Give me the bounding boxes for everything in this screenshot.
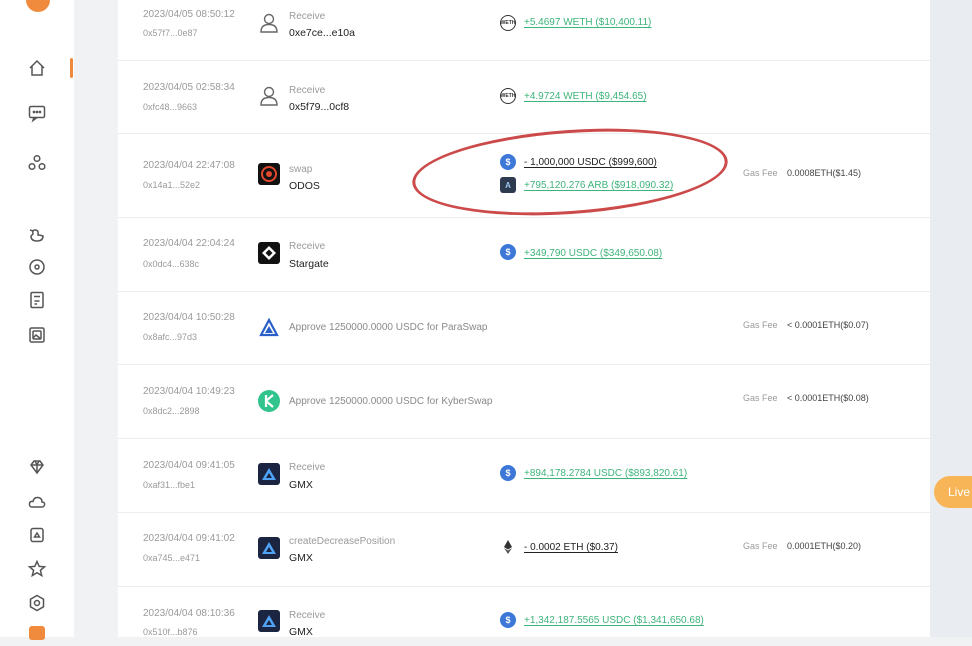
gmx-logo-icon — [258, 610, 280, 632]
tx-hash[interactable]: 0xa745...e471 — [143, 553, 200, 563]
timestamp: 2023/04/04 09:41:05 — [143, 460, 235, 471]
gas-fee-label: Gas Fee — [743, 168, 778, 178]
counterparty[interactable]: 0x5f79...0cf8 — [289, 101, 349, 113]
gas-fee-value: 0.0008ETH($1.45) — [787, 168, 862, 178]
settings-icon[interactable] — [24, 590, 50, 616]
gas-fee-value: < 0.0001ETH($0.07) — [787, 320, 869, 330]
table-row[interactable]: 2023/04/04 22:04:24 0x0dc4...638c Receiv… — [118, 217, 930, 292]
right-margin — [930, 0, 972, 637]
gas-fee-value: < 0.0001ETH($0.08) — [787, 393, 869, 403]
tx-hash[interactable]: 0xfc48...9663 — [143, 102, 197, 112]
live-button[interactable]: Live — [934, 476, 972, 508]
approve-text: Approve 1250000.0000 USDC for ParaSwap — [289, 322, 488, 333]
table-row[interactable]: 2023/04/04 10:49:23 0x8dc2...2898 Approv… — [118, 364, 930, 439]
table-row[interactable]: 2023/04/04 09:41:05 0xaf31...fbe1 Receiv… — [118, 438, 930, 513]
duck-icon[interactable] — [24, 221, 50, 247]
tx-hash[interactable]: 0x14a1...52e2 — [143, 180, 200, 190]
transaction-list: 2023/04/05 08:50:12 0x57f7...0e87 Receiv… — [118, 0, 930, 638]
gas-fee-label: Gas Fee — [743, 393, 778, 403]
home-icon[interactable] — [24, 55, 50, 81]
gmx-logo-icon — [258, 463, 280, 485]
counterparty[interactable]: 0xe7ce...e10a — [289, 27, 355, 39]
counterparty[interactable]: GMX — [289, 552, 313, 564]
paraswap-logo-icon — [258, 317, 280, 339]
tx-type: swap — [289, 164, 313, 175]
counterparty[interactable]: GMX — [289, 626, 313, 638]
timestamp: 2023/04/04 09:41:02 — [143, 533, 235, 544]
table-row[interactable]: 2023/04/05 08:50:12 0x57f7...0e87 Receiv… — [118, 0, 930, 61]
people-icon[interactable] — [24, 150, 50, 176]
tx-type: createDecreasePosition — [289, 536, 396, 547]
timestamp: 2023/04/04 10:50:28 — [143, 312, 235, 323]
table-row[interactable]: 2023/04/05 02:58:34 0xfc48...9663 Receiv… — [118, 60, 930, 134]
cloud-icon[interactable] — [24, 489, 50, 515]
weth-icon: WETH — [500, 88, 516, 104]
active-indicator — [70, 58, 73, 78]
diamond-icon[interactable] — [24, 454, 50, 480]
tx-hash[interactable]: 0x8afc...97d3 — [143, 332, 197, 342]
tx-hash[interactable]: 0x510f...b876 — [143, 627, 198, 637]
token-amount[interactable]: +4.9724 WETH ($9,454.65) — [524, 91, 647, 102]
gas-fee-label: Gas Fee — [743, 320, 778, 330]
tx-hash[interactable]: 0x0dc4...638c — [143, 259, 199, 269]
gmx-logo-icon — [258, 537, 280, 559]
chat-icon[interactable] — [24, 100, 50, 126]
usdc-icon: $ — [500, 612, 516, 628]
tx-type: Receive — [289, 462, 326, 473]
disc-icon[interactable] — [24, 254, 50, 280]
approve-text: Approve 1250000.0000 USDC for KyberSwap — [289, 396, 493, 407]
token-amount[interactable]: - 0.0002 ETH ($0.37) — [524, 542, 618, 553]
tx-type: Receive — [289, 11, 326, 22]
gas-fee-label: Gas Fee — [743, 541, 778, 551]
usdc-icon: $ — [500, 465, 516, 481]
tx-hash[interactable]: 0x57f7...0e87 — [143, 28, 198, 38]
token-amount[interactable]: +894,178.2784 USDC ($893,820.61) — [524, 468, 687, 479]
user-icon — [258, 12, 280, 34]
stargate-logo-icon — [258, 242, 280, 264]
gas-fee-value: 0.0001ETH($0.20) — [787, 541, 862, 551]
token-amount[interactable]: +5.4697 WETH ($10,400.11) — [524, 17, 651, 28]
timestamp: 2023/04/04 08:10:36 — [143, 608, 235, 619]
tx-type: Receive — [289, 610, 326, 621]
app-logo[interactable] — [26, 0, 50, 12]
table-row[interactable]: 2023/04/04 08:10:36 0x510f...b876 Receiv… — [118, 586, 930, 646]
usdc-icon: $ — [500, 244, 516, 260]
timestamp: 2023/04/05 08:50:12 — [143, 9, 235, 20]
odos-logo-icon — [258, 163, 280, 185]
counterparty[interactable]: ODOS — [289, 180, 320, 192]
counterparty[interactable]: Stargate — [289, 258, 329, 270]
eth-icon — [500, 539, 516, 555]
table-row[interactable]: 2023/04/04 10:50:28 0x8afc...97d3 Approv… — [118, 291, 930, 365]
weth-icon: WETH — [500, 15, 516, 31]
profile-icon[interactable] — [29, 626, 45, 640]
calculator-icon[interactable] — [24, 287, 50, 313]
tx-type: Receive — [289, 85, 326, 96]
table-row[interactable]: 2023/04/04 09:41:02 0xa745...e471 create… — [118, 512, 930, 587]
bag-icon[interactable] — [24, 522, 50, 548]
sidebar — [0, 0, 74, 640]
timestamp: 2023/04/04 22:47:08 — [143, 160, 235, 171]
tx-hash[interactable]: 0x8dc2...2898 — [143, 406, 200, 416]
kyberswap-logo-icon — [258, 390, 280, 412]
counterparty[interactable]: GMX — [289, 479, 313, 491]
tx-type: Receive — [289, 241, 326, 252]
tx-hash[interactable]: 0xaf31...fbe1 — [143, 480, 195, 490]
timestamp: 2023/04/04 22:04:24 — [143, 238, 235, 249]
token-amount[interactable]: +349,790 USDC ($349,650.08) — [524, 248, 662, 259]
token-amount[interactable]: +1,342,187.5565 USDC ($1,341,650.68) — [524, 615, 704, 626]
timestamp: 2023/04/04 10:49:23 — [143, 386, 235, 397]
timestamp: 2023/04/05 02:58:34 — [143, 82, 235, 93]
star-icon[interactable] — [24, 556, 50, 582]
user-icon — [258, 85, 280, 107]
image-icon[interactable] — [24, 322, 50, 348]
